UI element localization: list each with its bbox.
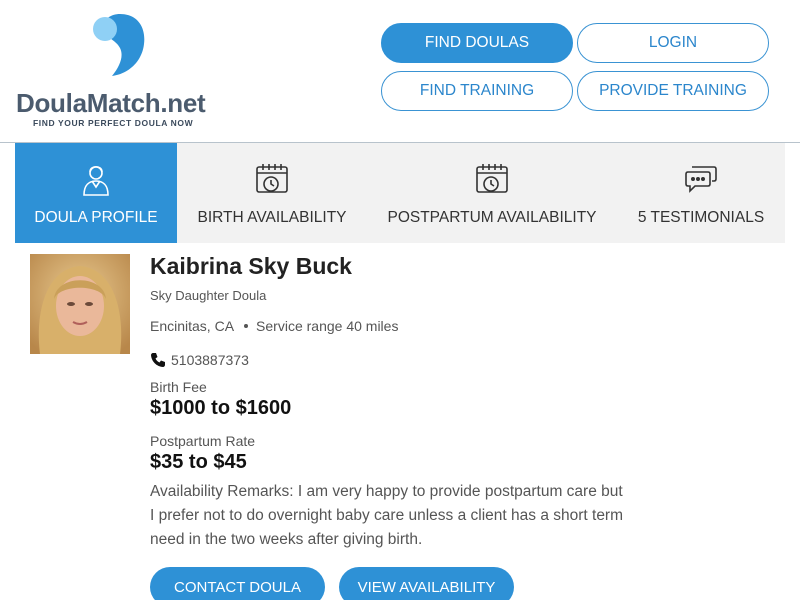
- tab-doula-profile[interactable]: DOULA PROFILE: [15, 143, 177, 243]
- postpartum-rate-value: $35 to $45: [150, 451, 247, 473]
- business-name: Sky Daughter Doula: [150, 288, 267, 303]
- logo-tagline: FIND YOUR PERFECT DOULA NOW: [33, 118, 194, 128]
- tab-label: POSTPARTUM AVAILABILITY: [387, 209, 597, 226]
- phone-icon: [151, 353, 165, 367]
- tab-label: DOULA PROFILE: [34, 209, 158, 226]
- postpartum-rate-label: Postpartum Rate: [150, 433, 256, 449]
- availability-remarks: Availability Remarks: I am very happy to…: [150, 483, 624, 548]
- chat-bubbles-icon: [683, 161, 719, 197]
- separator-dot: [244, 324, 249, 328]
- service-range-text: Service range 40 miles: [256, 318, 399, 334]
- login-button[interactable]: LOGIN: [577, 23, 769, 63]
- tab-testimonials[interactable]: 5 TESTIMONIALS: [617, 143, 785, 243]
- view-availability-button[interactable]: VIEW AVAILABILITY: [339, 567, 514, 600]
- person-icon: [78, 161, 114, 197]
- profile-tabs: DOULA PROFILE BIRTH AVAILABILITY POSTPAR…: [15, 143, 785, 243]
- tab-label: 5 TESTIMONIALS: [637, 209, 765, 226]
- tab-label: BIRTH AVAILABILITY: [197, 209, 347, 226]
- site-header: DoulaMatch.net FIND YOUR PERFECT DOULA N…: [0, 0, 800, 143]
- find-doulas-button[interactable]: FIND DOULAS: [381, 23, 573, 63]
- contact-doula-button[interactable]: CONTACT DOULA: [150, 567, 325, 600]
- phone-number[interactable]: 5103887373: [171, 352, 249, 368]
- calendar-clock-icon: [254, 161, 290, 197]
- provide-training-button[interactable]: PROVIDE TRAINING: [577, 71, 769, 111]
- doula-name: Kaibrina Sky Buck: [150, 253, 352, 279]
- location-text: Encinitas, CA: [150, 318, 235, 334]
- site-logo[interactable]: DoulaMatch.net FIND YOUR PERFECT DOULA N…: [16, 12, 221, 132]
- phone-info[interactable]: 5103887373: [150, 352, 249, 368]
- birth-fee-label: Birth Fee: [150, 379, 207, 395]
- birth-fee-value: $1000 to $1600: [150, 397, 292, 419]
- tab-postpartum-availability[interactable]: POSTPARTUM AVAILABILITY: [367, 143, 617, 243]
- calendar-clock-icon: [474, 161, 510, 197]
- doula-photo: [30, 254, 130, 354]
- find-training-button[interactable]: FIND TRAINING: [381, 71, 573, 111]
- logo-mark-icon: [93, 14, 145, 76]
- tab-birth-availability[interactable]: BIRTH AVAILABILITY: [177, 143, 367, 243]
- location-info: Encinitas, CA Service range 40 miles: [150, 318, 398, 334]
- logo-wordmark: DoulaMatch.net: [16, 88, 206, 118]
